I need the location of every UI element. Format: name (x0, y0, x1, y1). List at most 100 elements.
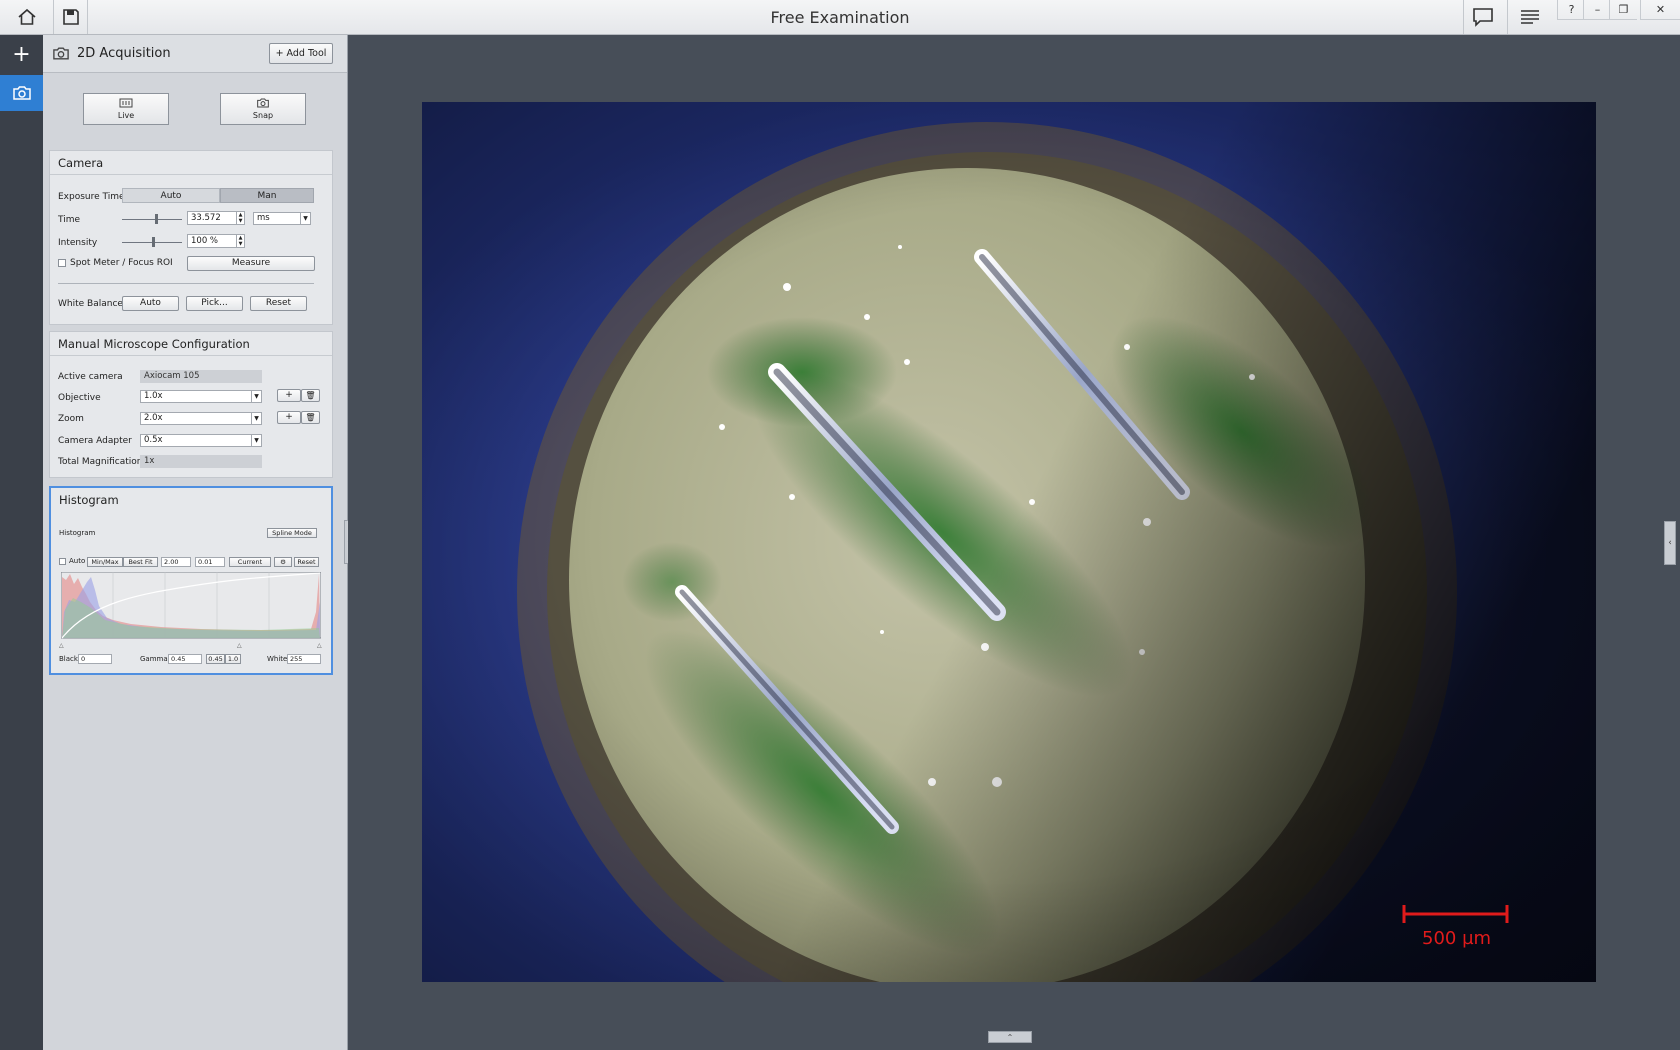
zoom-delete-button[interactable]: 🗑 (301, 411, 320, 424)
histogram-reset-button[interactable]: Reset (294, 557, 319, 567)
histogram-plot[interactable] (61, 572, 321, 642)
objective-value: 1.0x (144, 391, 163, 401)
specimen-image (422, 102, 1596, 982)
image-viewer[interactable]: 500 µm ‹ ⌃ (348, 35, 1680, 1050)
camera-adapter-select[interactable]: 0.5x ▼ (140, 434, 262, 447)
gamma-label: Gamma (140, 655, 168, 663)
camera-adapter-value: 0.5x (144, 435, 163, 445)
time-input[interactable]: 33.572 ▲ ▼ (187, 211, 245, 225)
histogram-field-2[interactable]: 0.01 (195, 557, 225, 567)
save-button[interactable] (54, 0, 88, 34)
minimize-button[interactable]: – (1583, 0, 1611, 20)
white-point-marker[interactable]: △ (317, 642, 322, 649)
chevron-left-icon: ‹ (1668, 538, 1672, 548)
bottom-panel-handle[interactable]: ⌃ (988, 1031, 1032, 1043)
chevron-down-icon: ▼ (300, 213, 310, 224)
gear-icon: ⚙ (280, 558, 286, 566)
live-button[interactable]: Live (83, 93, 169, 125)
objective-select[interactable]: 1.0x ▼ (140, 390, 262, 403)
exposure-auto-toggle[interactable]: Auto (122, 188, 220, 203)
objective-label: Objective (58, 393, 101, 403)
comments-button[interactable] (1463, 0, 1501, 34)
histogram-section: Histogram Histogram Spline Mode Auto Min… (49, 486, 333, 675)
snap-button[interactable]: Snap (220, 93, 306, 125)
app-title: Free Examination (770, 8, 910, 27)
snap-label: Snap (252, 111, 274, 120)
wb-auto-button[interactable]: Auto (122, 296, 179, 311)
acquisition-panel: 2D Acquisition + Add Tool Live Snap Came… (43, 35, 348, 1050)
camera-section: Camera Exposure Time Auto Man Time 33.57… (49, 150, 333, 325)
settings-dropdown[interactable]: ⚙ (274, 557, 292, 567)
histogram-field-1[interactable]: 2.00 (161, 557, 191, 567)
total-magnification-label: Total Magnification (58, 457, 143, 467)
intensity-input[interactable]: 100 % ▲ ▼ (187, 234, 245, 248)
trash-icon: 🗑 (305, 413, 316, 422)
minmax-button[interactable]: Min/Max (87, 557, 123, 567)
histogram-auto-label: Auto (69, 557, 86, 565)
tool-rail: + (0, 35, 43, 1050)
exposure-man-toggle[interactable]: Man (220, 188, 314, 203)
chevron-down-icon: ▼ (251, 391, 261, 402)
intensity-slider-thumb[interactable] (152, 237, 155, 247)
time-slider-thumb[interactable] (155, 214, 158, 224)
gamma-input[interactable]: 0.45 (168, 654, 202, 664)
chevron-up-icon: ⌃ (1006, 1032, 1014, 1042)
zoom-add-button[interactable]: + (277, 411, 301, 424)
camera-icon (53, 47, 69, 60)
panel-title: 2D Acquisition (77, 46, 171, 61)
menu-icon (1520, 10, 1539, 24)
save-icon (62, 9, 79, 25)
gamma-preset-10[interactable]: 1.0 (225, 654, 241, 664)
chat-icon (1472, 8, 1493, 27)
menu-button[interactable] (1507, 0, 1551, 34)
histogram-auto-checkbox[interactable] (59, 558, 66, 565)
intensity-spinner[interactable]: ▲ ▼ (236, 235, 244, 247)
zoom-label: Zoom (58, 414, 84, 424)
scale-bar-label: 500 µm (1422, 928, 1492, 949)
spot-meter-checkbox[interactable] (58, 259, 66, 267)
help-button[interactable]: ? (1557, 0, 1585, 20)
white-input[interactable]: 255 (287, 654, 321, 664)
snap-camera-icon (257, 98, 269, 108)
active-camera-label: Active camera (58, 372, 123, 382)
microscope-section-title: Manual Microscope Configuration (50, 332, 332, 356)
restore-button[interactable]: ❐ (1609, 0, 1637, 20)
home-icon (17, 8, 36, 25)
exposure-time-label: Exposure Time (58, 192, 125, 202)
time-spinner[interactable]: ▲ ▼ (236, 212, 244, 224)
spline-mode-button[interactable]: Spline Mode (267, 528, 317, 538)
measure-button[interactable]: Measure (187, 256, 315, 271)
gamma-marker[interactable]: △ (237, 642, 242, 649)
camera-icon (12, 86, 31, 100)
close-button[interactable]: ✕ (1640, 0, 1680, 20)
wb-reset-button[interactable]: Reset (250, 296, 307, 311)
add-workspace-button[interactable]: + (0, 35, 43, 73)
live-icon (119, 98, 133, 108)
zoom-select[interactable]: 2.0x ▼ (140, 412, 262, 425)
home-button[interactable] (0, 0, 54, 34)
microscope-image[interactable]: 500 µm (422, 102, 1596, 982)
spot-meter-label: Spot Meter / Focus ROI (70, 258, 173, 268)
time-slider[interactable] (122, 219, 182, 220)
current-select[interactable]: Current (229, 557, 271, 567)
objective-delete-button[interactable]: 🗑 (301, 389, 320, 402)
add-tool-button[interactable]: + Add Tool (269, 43, 333, 64)
time-label: Time (58, 215, 81, 225)
rail-camera-button[interactable] (0, 75, 43, 111)
divider (58, 283, 314, 284)
zoom-value: 2.0x (144, 413, 163, 423)
gamma-preset-045[interactable]: 0.45 (206, 654, 225, 664)
chevron-down-icon: ▼ (251, 435, 261, 446)
title-bar: Free Examination ? – ❐ ✕ (0, 0, 1680, 35)
active-camera-value: Axiocam 105 (140, 370, 262, 383)
time-unit-select[interactable]: ms ▼ (253, 212, 311, 225)
histogram-section-title: Histogram (59, 493, 119, 507)
black-point-marker[interactable]: △ (59, 642, 64, 649)
black-input[interactable]: 0 (78, 654, 112, 664)
total-magnification-value: 1x (140, 455, 262, 468)
wb-pick-button[interactable]: Pick... (186, 296, 243, 311)
best-fit-button[interactable]: Best Fit (123, 557, 158, 567)
chevron-down-icon: ▼ (251, 413, 261, 424)
right-panel-handle[interactable]: ‹ (1664, 521, 1676, 565)
objective-add-button[interactable]: + (277, 389, 301, 402)
